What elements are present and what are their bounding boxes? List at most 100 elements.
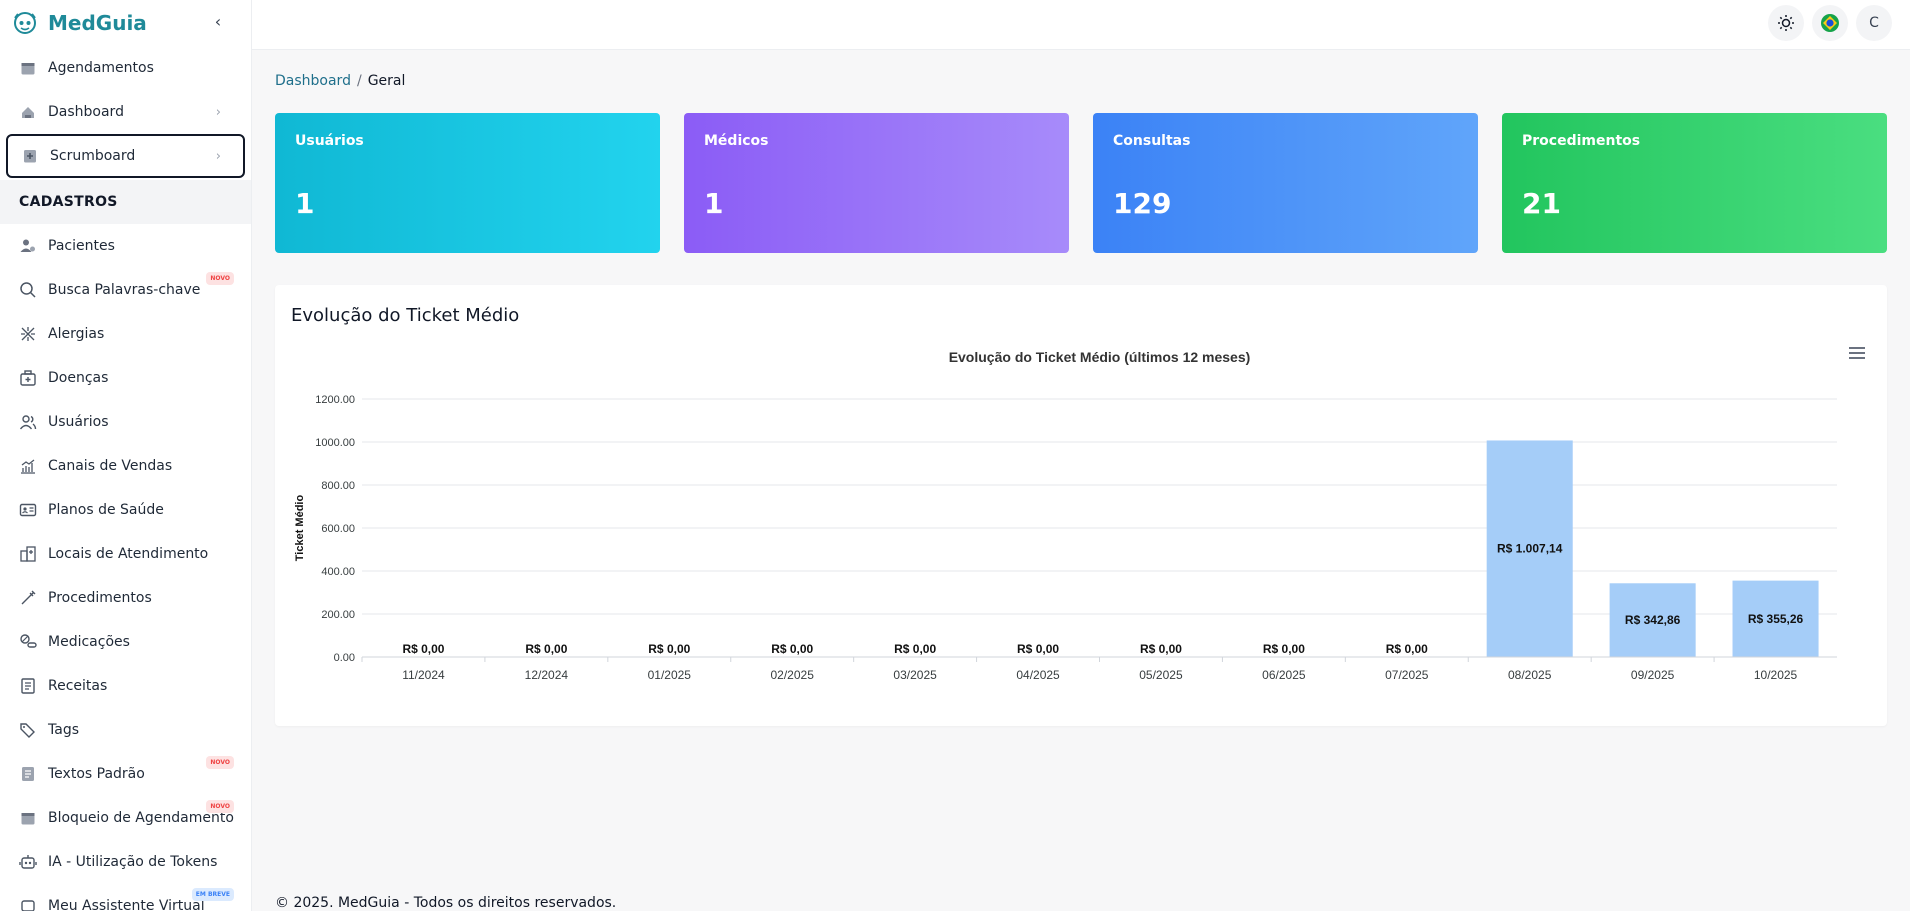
y-axis-label: Ticket Médio	[294, 495, 306, 562]
y-tick-label: 200.00	[321, 609, 355, 621]
medical-kit-icon	[18, 368, 38, 388]
stat-card-value: 1	[704, 187, 724, 220]
breadcrumb: Dashboard / Geral	[275, 73, 405, 89]
stat-card-procedimentos: Procedimentos 21	[1502, 113, 1887, 253]
sidebar-item-busca-palavras-chave[interactable]: Busca Palavras-chave NOVO	[0, 268, 251, 312]
footer: © 2025. MedGuia - Todos os direitos rese…	[275, 895, 617, 911]
x-tick-label: 04/2025	[1016, 668, 1060, 682]
x-tick-label: 05/2025	[1139, 668, 1183, 682]
sidebar-item-label: Procedimentos	[48, 590, 152, 606]
robot-icon	[18, 852, 38, 872]
sidebar-item-receitas[interactable]: Receitas	[0, 664, 251, 708]
new-badge: NOVO	[206, 756, 234, 769]
x-tick-label: 11/2024	[402, 668, 445, 682]
assistant-icon	[18, 896, 38, 911]
search-icon	[18, 280, 38, 300]
sidebar-item-label: Receitas	[48, 678, 108, 694]
sidebar-item-label: Planos de Saúde	[48, 502, 164, 518]
sidebar-item-canais-de-vendas[interactable]: Canais de Vendas	[0, 444, 251, 488]
sidebar-item-scrumboard[interactable]: Scrumboard ›	[6, 134, 245, 178]
brand-name: MedGuia	[48, 11, 147, 35]
collapse-sidebar-icon[interactable]: ‹	[209, 13, 227, 31]
stat-card-value: 21	[1522, 187, 1561, 220]
stat-card-value: 1	[295, 187, 315, 220]
document-icon	[18, 676, 38, 696]
users-icon	[18, 412, 38, 432]
sidebar-item-locais-de-atendimento[interactable]: Locais de Atendimento	[0, 532, 251, 576]
sidebar-item-label: Canais de Vendas	[48, 458, 173, 474]
sidebar-item-dashboard[interactable]: Dashboard ›	[0, 90, 251, 134]
sidebar-item-label: Pacientes	[48, 238, 115, 254]
stat-card-usuarios: Usuários 1	[275, 113, 660, 253]
data-label: R$ 0,00	[525, 642, 567, 656]
breadcrumb-dashboard-link[interactable]: Dashboard	[275, 73, 351, 89]
sidebar-item-label: Alergias	[48, 326, 105, 342]
chevron-right-icon: ›	[215, 104, 221, 120]
calendar-icon	[18, 58, 38, 78]
sidebar-item-label: IA - Utilização de Tokens	[48, 854, 218, 870]
sidebar-item-usuarios[interactable]: Usuários	[0, 400, 251, 444]
pill-icon	[18, 632, 38, 652]
sun-icon	[1778, 15, 1794, 31]
stat-card-label: Consultas	[1113, 133, 1191, 149]
user-avatar[interactable]: C	[1856, 5, 1892, 41]
tag-icon	[18, 720, 38, 740]
coming-soon-badge: EM BREVE	[191, 888, 234, 901]
sidebar-item-assistente-virtual[interactable]: Meu Assistente Virtual EM BREVE	[0, 884, 251, 911]
data-label: R$ 0,00	[1140, 642, 1182, 656]
y-tick-label: 1000.00	[315, 437, 355, 449]
x-tick-label: 10/2025	[1754, 668, 1798, 682]
data-label: R$ 0,00	[894, 642, 936, 656]
sidebar: MedGuia ‹ Agendamentos Dashboard › Scrum…	[0, 0, 252, 911]
data-label: R$ 342,86	[1625, 613, 1681, 627]
x-tick-label: 09/2025	[1631, 668, 1675, 682]
stat-card-label: Usuários	[295, 133, 364, 149]
data-label: R$ 0,00	[771, 642, 813, 656]
syringe-icon	[18, 588, 38, 608]
data-label: R$ 0,00	[1263, 642, 1305, 656]
sidebar-item-textos-padrao[interactable]: Textos Padrão NOVO	[0, 752, 251, 796]
sidebar-item-label: Locais de Atendimento	[48, 546, 209, 562]
allergy-icon	[18, 324, 38, 344]
new-badge: NOVO	[206, 272, 234, 285]
sidebar-item-procedimentos[interactable]: Procedimentos	[0, 576, 251, 620]
stat-card-label: Médicos	[704, 133, 769, 149]
dashboard-icon	[18, 102, 38, 122]
topbar: C	[252, 0, 1910, 50]
brand[interactable]: MedGuia ‹	[0, 0, 251, 46]
y-tick-label: 0.00	[334, 652, 355, 664]
stat-card-consultas: Consultas 129	[1093, 113, 1478, 253]
sidebar-item-label: Textos Padrão	[48, 766, 145, 782]
sidebar-item-label: Meu Assistente Virtual	[48, 898, 205, 911]
sidebar-item-label: Tags	[48, 722, 79, 738]
x-tick-label: 02/2025	[771, 668, 815, 682]
sidebar-item-ia-tokens[interactable]: IA - Utilização de Tokens	[0, 840, 251, 884]
new-badge: NOVO	[206, 800, 234, 813]
y-tick-label: 600.00	[321, 523, 355, 535]
sidebar-item-label: Usuários	[48, 414, 109, 430]
patients-icon	[18, 236, 38, 256]
sidebar-item-tags[interactable]: Tags	[0, 708, 251, 752]
text-icon	[18, 764, 38, 784]
x-tick-label: 12/2024	[525, 668, 569, 682]
sidebar-item-agendamentos[interactable]: Agendamentos	[0, 46, 251, 90]
y-tick-label: 800.00	[321, 480, 355, 492]
ticket-medio-panel: Evolução do Ticket Médio Evolução do Tic…	[275, 285, 1887, 726]
sidebar-item-label: Bloqueio de Agendamento	[48, 810, 234, 826]
sidebar-item-alergias[interactable]: Alergias	[0, 312, 251, 356]
stat-card-value: 129	[1113, 187, 1172, 220]
language-button[interactable]	[1812, 5, 1848, 41]
sidebar-item-pacientes[interactable]: Pacientes	[0, 224, 251, 268]
sidebar-item-bloqueio-de-agendamento[interactable]: Bloqueio de Agendamento NOVO	[0, 796, 251, 840]
x-tick-label: 01/2025	[648, 668, 692, 682]
data-label: R$ 0,00	[1386, 642, 1428, 656]
data-label: R$ 0,00	[402, 642, 444, 656]
sidebar-item-medicacoes[interactable]: Medicações	[0, 620, 251, 664]
sidebar-item-label: Doenças	[48, 370, 109, 386]
sidebar-item-label: Busca Palavras-chave	[48, 282, 201, 298]
theme-toggle-button[interactable]	[1768, 5, 1804, 41]
sidebar-item-doencas[interactable]: Doenças	[0, 356, 251, 400]
sidebar-menu-top: Agendamentos Dashboard › Scrumboard ›	[0, 46, 251, 178]
y-tick-label: 1200.00	[315, 394, 355, 406]
sidebar-item-planos-de-saude[interactable]: Planos de Saúde	[0, 488, 251, 532]
